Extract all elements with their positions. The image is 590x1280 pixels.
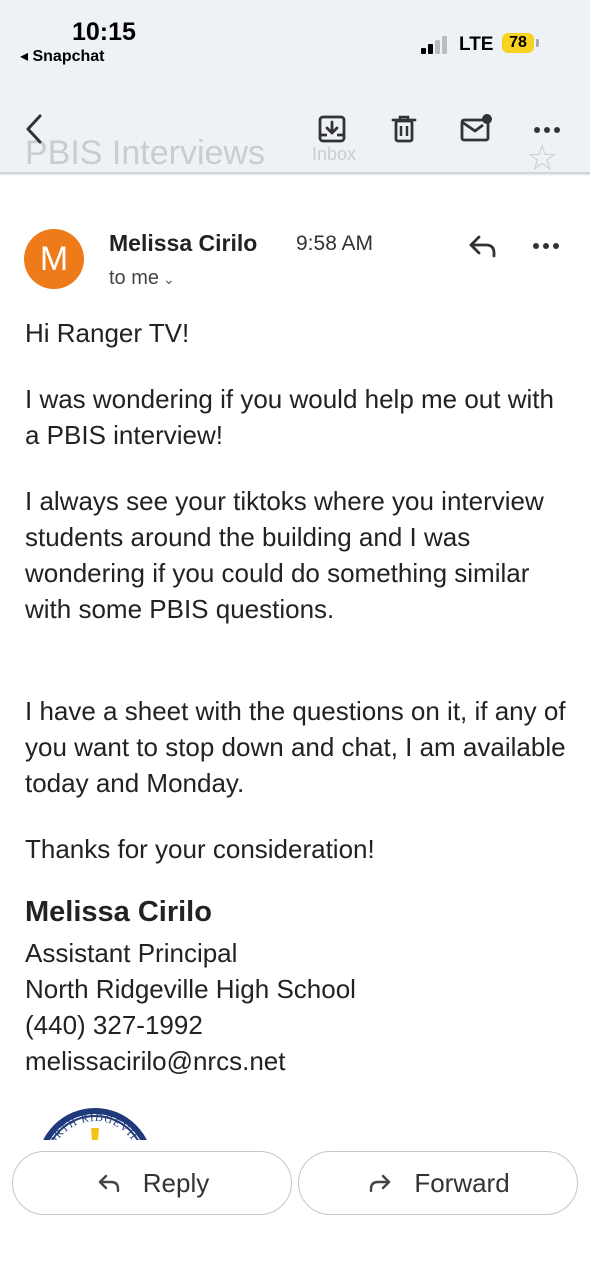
sender-name[interactable]: Melissa Cirilo (109, 230, 257, 257)
forward-label: Forward (414, 1167, 510, 1198)
message-more-icon[interactable] (528, 228, 564, 264)
signature-name: Melissa Cirilo (25, 896, 212, 928)
forward-icon (370, 1174, 391, 1193)
signature-email[interactable]: melissacirilo@nrcs.net (25, 1046, 285, 1077)
back-to-app-link[interactable]: ◂ Snapchat (20, 46, 105, 66)
toolbar-shadow (0, 172, 590, 176)
body-paragraph: Thanks for your consideration! (25, 834, 375, 864)
signal-icon (421, 36, 453, 54)
signature-school: North Ridgeville High School (25, 974, 356, 1004)
chevron-left-icon[interactable] (18, 112, 52, 146)
signature-title: Assistant Principal (25, 938, 238, 968)
network-type: LTE (459, 34, 494, 55)
archive-icon[interactable] (315, 112, 349, 146)
forward-button[interactable]: Forward (298, 1151, 578, 1215)
battery-indicator: 78 (502, 33, 534, 53)
reply-button[interactable]: Reply (12, 1151, 292, 1215)
mark-unread-icon[interactable] (459, 112, 493, 146)
body-paragraph: I was wondering if you would help me out… (25, 384, 554, 450)
sent-time: 9:58 AM (296, 232, 374, 255)
label-inbox: Inbox (312, 144, 357, 164)
subject-title: PBIS Interviews (25, 134, 265, 172)
body-paragraph: I have a sheet with the questions on it,… (25, 696, 566, 798)
battery-tip (536, 39, 539, 47)
reply-label: Reply (142, 1167, 210, 1198)
status-time: 10:15 (72, 18, 136, 46)
recipients-label: to me (109, 267, 160, 289)
reply-icon (98, 1174, 119, 1193)
chevron-down-icon: ⌄ (163, 271, 175, 287)
trash-icon[interactable] (387, 112, 421, 146)
body-paragraph: I always see your tiktoks where you inte… (25, 486, 544, 624)
recipients-toggle[interactable]: to me ⌄ (109, 267, 175, 290)
signature-phone[interactable]: (440) 327-1992 (25, 1010, 203, 1041)
more-icon[interactable] (530, 112, 564, 146)
top-bar: 10:15 ◂ Snapchat LTE 78 PBIS Interviews … (0, 0, 590, 176)
reply-icon[interactable] (464, 228, 500, 264)
school-logo: NORTH RIDGEVILLE (32, 1104, 158, 1140)
sender-avatar[interactable]: M (24, 229, 84, 289)
body-paragraph: Hi Ranger TV! (25, 318, 190, 348)
